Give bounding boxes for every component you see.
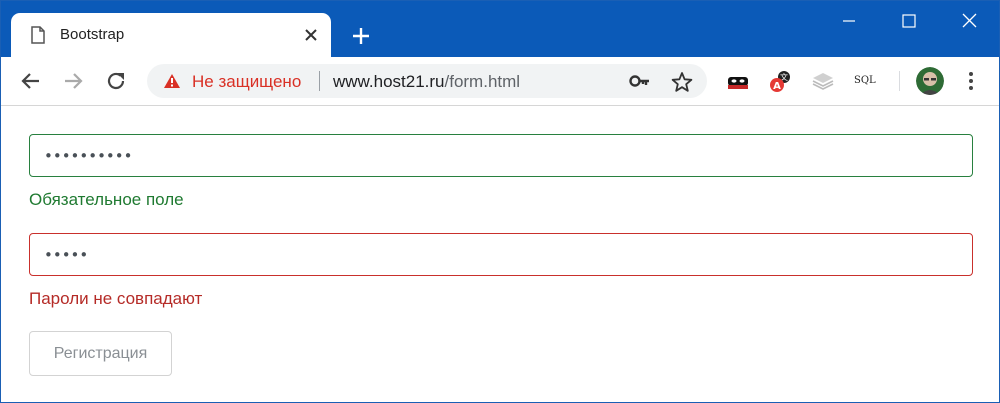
new-tab-icon[interactable]: [350, 25, 372, 47]
more-menu-icon[interactable]: [961, 69, 981, 93]
document-icon: [31, 26, 45, 44]
warning-icon: [164, 74, 180, 88]
url-host: www.host21.ru: [333, 72, 445, 91]
page-content: Обязательное поле Пароли не совпадают Ре…: [1, 106, 999, 402]
layers-extension-icon[interactable]: [811, 69, 835, 93]
url-path: /form.html: [444, 72, 521, 91]
minimize-icon[interactable]: [835, 9, 863, 33]
browser-toolbar: Не защищено www.host21.ru/form.html 文 A: [1, 57, 999, 106]
translate-badge: A: [773, 81, 781, 92]
mask-extension-icon[interactable]: [726, 69, 750, 93]
forward-arrow-icon[interactable]: [61, 69, 85, 93]
toolbar-divider: [899, 71, 900, 91]
sql-extension-icon[interactable]: SQL: [854, 69, 882, 93]
maximize-icon[interactable]: [895, 9, 923, 33]
register-button[interactable]: Регистрация: [29, 331, 172, 376]
password-valid-feedback: Обязательное поле: [29, 190, 184, 209]
avatar[interactable]: [916, 67, 944, 95]
profile-avatar-icon: [916, 67, 944, 95]
bookmark-star-icon[interactable]: [671, 71, 693, 93]
close-window-icon[interactable]: [955, 9, 983, 33]
confirm-password-invalid-feedback: Пароли не совпадают: [29, 289, 203, 308]
confirm-password-field[interactable]: [29, 233, 973, 276]
translate-icon: 文 A: [770, 71, 790, 92]
browser-tab[interactable]: Bootstrap: [11, 13, 331, 57]
back-arrow-icon[interactable]: [19, 69, 43, 93]
address-bar-divider: [319, 71, 320, 91]
tab-title: Bootstrap: [60, 26, 125, 43]
password-field[interactable]: [29, 134, 973, 177]
close-tab-icon[interactable]: [302, 26, 320, 44]
reload-icon[interactable]: [104, 69, 128, 93]
address-bar[interactable]: Не защищено www.host21.ru/form.html: [147, 64, 707, 98]
key-icon[interactable]: [629, 72, 651, 90]
url-text[interactable]: www.host21.ru/form.html: [333, 72, 520, 92]
browser-window: Bootstrap Не защищено www.host21.ru/form…: [0, 0, 1000, 403]
title-bar: Bootstrap: [1, 1, 999, 57]
translate-extension-icon[interactable]: 文 A: [768, 69, 792, 93]
security-status-label[interactable]: Не защищено: [192, 72, 301, 92]
